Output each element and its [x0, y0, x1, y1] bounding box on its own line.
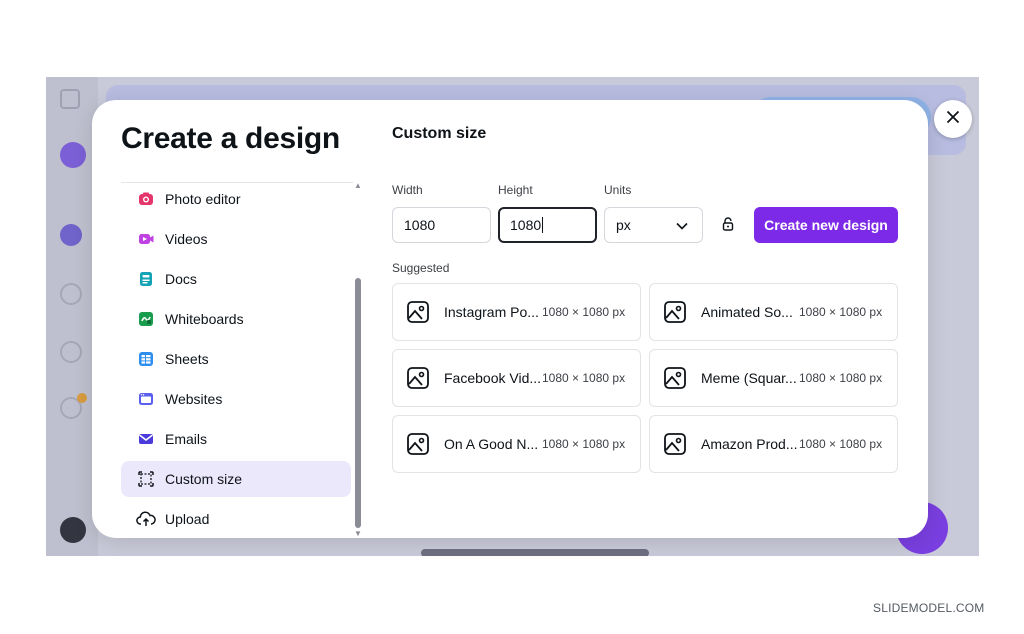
units-value: px: [616, 217, 631, 233]
nav-item-photo-editor[interactable]: Photo editor: [121, 183, 351, 217]
card-size: 1080 × 1080 px: [542, 305, 626, 319]
design-type-list[interactable]: Photo editor Videos Docs Whiteboards She…: [121, 182, 353, 538]
image-icon: [405, 299, 431, 325]
nav-item-emails[interactable]: Emails: [121, 421, 351, 457]
nav-label: Upload: [165, 511, 210, 527]
dialog-title: Create a design: [121, 122, 340, 155]
suggested-label: Suggested: [392, 261, 450, 275]
width-value: 1080: [404, 217, 436, 233]
create-design-dialog: Create a design Photo editor Videos Docs…: [92, 100, 928, 538]
suggested-card[interactable]: Facebook Vid... 1080 × 1080 px: [392, 349, 641, 407]
background-bar: [421, 549, 649, 556]
card-name: Instagram Po...: [444, 304, 539, 320]
sheet-icon: [135, 348, 157, 370]
custom-size-icon: [135, 468, 157, 490]
height-value: 1080: [510, 217, 542, 233]
scroll-down-icon[interactable]: ▼: [354, 530, 362, 538]
card-name: Amazon Prod...: [701, 436, 797, 452]
nav-item-whiteboards[interactable]: Whiteboards: [121, 301, 351, 337]
background-sidebar: [46, 77, 98, 556]
whiteboard-icon: [135, 308, 157, 330]
suggested-card[interactable]: Animated So... 1080 × 1080 px: [649, 283, 898, 341]
suggested-card[interactable]: Meme (Squar... 1080 × 1080 px: [649, 349, 898, 407]
card-name: Meme (Squar...: [701, 370, 797, 386]
suggested-card[interactable]: Amazon Prod... 1080 × 1080 px: [649, 415, 898, 473]
nav-item-sheets[interactable]: Sheets: [121, 341, 351, 377]
units-select[interactable]: px: [604, 207, 703, 243]
video-icon: [135, 228, 157, 250]
section-title: Custom size: [392, 125, 487, 142]
nav-label: Custom size: [165, 471, 243, 487]
units-label: Units: [604, 183, 632, 197]
doc-icon: [135, 268, 157, 290]
card-size: 1080 × 1080 px: [799, 437, 883, 451]
image-icon: [662, 431, 688, 457]
nav-label: Videos: [165, 231, 208, 247]
card-name: Facebook Vid...: [444, 370, 540, 386]
scroll-up-icon[interactable]: ▲: [354, 182, 362, 190]
nav-item-custom-size[interactable]: Custom size: [121, 461, 351, 497]
watermark: SLIDEMODEL.COM: [873, 601, 985, 615]
nav-label: Photo editor: [165, 191, 241, 207]
suggested-card[interactable]: On A Good N... 1080 × 1080 px: [392, 415, 641, 473]
create-new-design-button[interactable]: Create new design: [754, 207, 898, 243]
image-icon: [662, 299, 688, 325]
card-size: 1080 × 1080 px: [542, 437, 626, 451]
close-button[interactable]: [934, 100, 972, 138]
text-caret: [542, 217, 544, 233]
suggested-card[interactable]: Instagram Po... 1080 × 1080 px: [392, 283, 641, 341]
width-input[interactable]: 1080: [392, 207, 491, 243]
card-name: On A Good N...: [444, 436, 539, 452]
height-label: Height: [498, 183, 533, 197]
card-name: Animated So...: [701, 304, 793, 320]
lock-icon[interactable]: [718, 214, 738, 234]
image-icon: [662, 365, 688, 391]
screen: Create a design Photo editor Videos Docs…: [0, 0, 1024, 634]
nav-label: Websites: [165, 391, 223, 407]
close-icon: [946, 110, 960, 129]
chevron-down-icon: [676, 217, 688, 233]
nav-label: Docs: [165, 271, 197, 287]
width-label: Width: [392, 183, 423, 197]
nav-item-videos[interactable]: Videos: [121, 221, 351, 257]
scroll-thumb[interactable]: [355, 278, 361, 528]
height-input[interactable]: 1080: [498, 207, 597, 243]
email-icon: [135, 428, 157, 450]
custom-size-panel: Custom size Width Height Units 1080 1080…: [392, 100, 902, 538]
nav-label: Emails: [165, 431, 208, 447]
website-icon: [135, 388, 157, 410]
image-icon: [405, 431, 431, 457]
card-size: 1080 × 1080 px: [799, 371, 883, 385]
card-size: 1080 × 1080 px: [542, 371, 626, 385]
nav-item-websites[interactable]: Websites: [121, 381, 351, 417]
nav-item-docs[interactable]: Docs: [121, 261, 351, 297]
card-size: 1080 × 1080 px: [799, 305, 883, 319]
camera-icon: [135, 188, 157, 210]
nav-label: Sheets: [165, 351, 209, 367]
list-scrollbar[interactable]: ▲ ▼: [354, 182, 362, 538]
nav-item-upload[interactable]: Upload: [121, 501, 351, 537]
nav-label: Whiteboards: [165, 311, 244, 327]
image-icon: [405, 365, 431, 391]
upload-icon: [135, 508, 157, 530]
